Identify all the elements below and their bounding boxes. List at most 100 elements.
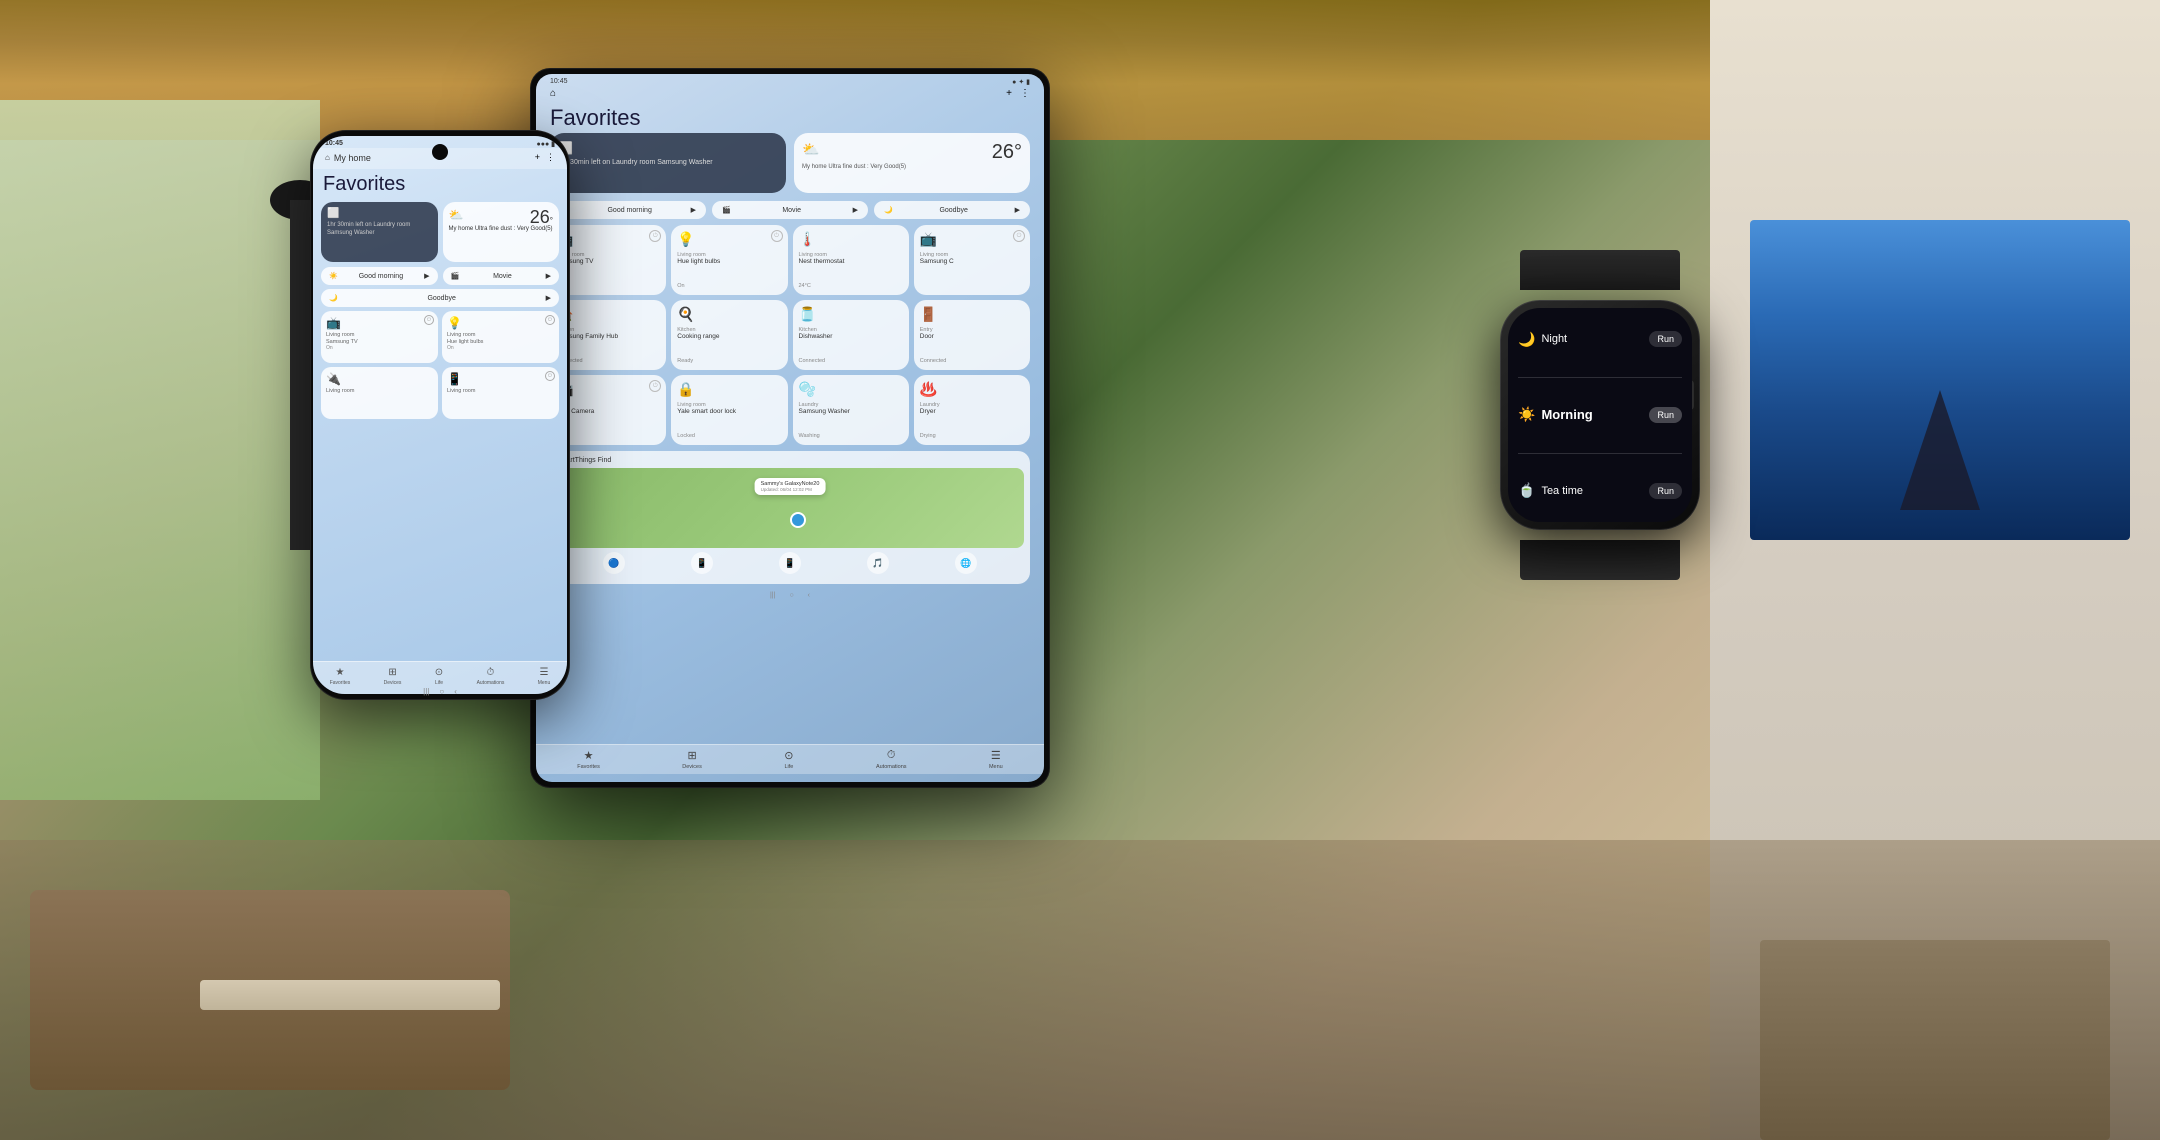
phone-tv-power[interactable]: ⏻ [424,315,434,325]
tablet-device-samsung-c[interactable]: ⏻ 📺 Living room Samsung C [914,225,1030,295]
tablet-bottom-icons: 🔵 📱 📱 🎵 🌐 [556,548,1024,578]
watch-teatime-icon: 🍵 [1518,482,1535,499]
phone-camera [432,144,448,160]
tablet-favorites-title: Favorites [536,103,1044,133]
phone-nav-life[interactable]: ⊙ Life [435,667,443,686]
tablet-movie-label: Movie [782,207,801,214]
watch-device: 🌙 Night Run ☀️ Morning Run 🍵 Tea time Ru… [1490,280,1710,550]
phone-goodbye-btn[interactable]: 🌙 Goodbye ▶ [321,289,559,307]
phone-good-morning-btn[interactable]: ☀️ Good morning ▶ [321,267,438,285]
coffee-table [200,980,500,1010]
tablet-good-morning-label: Good morning [607,207,651,214]
phone-living1-room: Living room [326,388,433,395]
phone-movie-btn[interactable]: 🎬 Movie ▶ [443,267,560,285]
tablet-find-icon-3[interactable]: 📱 [779,552,801,574]
phone-washer-text: 1hr 30min left on Laundry room Samsung W… [327,222,432,238]
phone-device-living-2[interactable]: ⏻ 📱 Living room [442,367,559,419]
tablet-device-samsung-washer[interactable]: 🫧 Laundry Samsung Washer Washing [793,375,909,445]
phone-tv-name: Samsung TV [326,339,433,346]
tablet-temp: 26° [992,141,1022,164]
tablet-device-cooking-range[interactable]: 🍳 Kitchen Cooking range Ready [671,300,787,370]
phone-bulb-power[interactable]: ⏻ [545,315,555,325]
tablet-device-dryer[interactable]: ♨️ Laundry Dryer Drying [914,375,1030,445]
tablet-goodbye-play[interactable]: ▶ [1015,206,1020,214]
tablet-time: 10:45 [550,78,568,86]
tablet-map-updated: Updated: 06/04 12:02 PM [761,487,820,492]
tablet-device-nest-thermostat[interactable]: 🌡️ Living room Nest thermostat 24°C [793,225,909,295]
right-console [1760,940,2110,1140]
phone-living2-power[interactable]: ⏻ [545,371,555,381]
tablet-find-icon-5[interactable]: 🌐 [955,552,977,574]
tablet-find-icon-2[interactable]: 📱 [691,552,713,574]
tablet-movie-scene[interactable]: 🎬 Movie ▶ [712,201,868,219]
phone-device-samsung-tv[interactable]: ⏻ 📺 Living room Samsung TV On [321,311,438,363]
phone-nav-favorites[interactable]: ★ Favorites [330,667,351,686]
tablet-find-title: SmartThings Find [556,457,1024,464]
phone-bulb-status: On [447,345,554,351]
phone-weather-text: My home Ultra fine dust : Very Good(5) [449,226,554,234]
watch-night-run-btn[interactable]: Run [1649,331,1682,347]
tablet-nav: ★ Favorites ⊞ Devices ⊙ Life ⏱ Automatio… [536,744,1044,774]
watch-night-scene: 🌙 Night Run [1518,331,1682,348]
tablet-nav-menu[interactable]: ☰ Menu [989,749,1003,770]
tablet-washer-text: 1hr 30min left on Laundry room Samsung W… [558,158,778,167]
phone-header-title: My home [334,153,371,163]
tablet-add-icon[interactable]: + [1006,88,1012,99]
tablet-good-morning-scene[interactable]: ☀️ Good morning ▶ [550,201,706,219]
tablet-movie-play[interactable]: ▶ [853,206,858,214]
phone-scene-row: ☀️ Good morning ▶ 🎬 Movie ▶ [321,267,559,285]
phone-menu-icon[interactable]: ⋮ [546,152,555,163]
tablet-nav-favorites[interactable]: ★ Favorites [577,749,600,770]
tablet-device-dishwasher[interactable]: 🫙 Kitchen Dishwasher Connected [793,300,909,370]
tablet-bulb-power[interactable]: ⏻ [771,230,783,242]
phone-nav-devices[interactable]: ⊞ Devices [384,667,402,686]
phone-add-icon[interactable]: + [535,152,540,163]
tablet-nav-automations[interactable]: ⏱ Automations [876,749,907,770]
phone-favorites-title: Favorites [321,173,559,196]
tablet-sc-power[interactable]: ⏻ [1013,230,1025,242]
tablet-device-door-lock[interactable]: 🔒 Living room Yale smart door lock Locke… [671,375,787,445]
watch-night-label: Night [1535,333,1649,345]
phone-temp: 26° [530,208,553,226]
tablet-nav-devices[interactable]: ⊞ Devices [682,749,702,770]
phone-weather-card[interactable]: ⛅ 26° My home Ultra fine dust : Very Goo… [443,202,560,262]
phone-goodbye-label: Goodbye [427,295,455,302]
phone-nav-menu[interactable]: ☰ Menu [538,667,551,686]
phone-device: 10:45 ●●● ▮ ⌂ My home + ⋮ Favorites ⬜ 1h… [310,130,570,700]
tablet-nav-life[interactable]: ⊙ Life [784,749,793,770]
phone-good-morning-play[interactable]: ▶ [424,272,429,280]
tablet-good-morning-play[interactable]: ▶ [691,206,696,214]
phone-device-living-1[interactable]: 🔌 Living room [321,367,438,419]
phone-tv-status: On [326,345,433,351]
watch-strap-bottom [1520,540,1680,580]
watch-teatime-label: Tea time [1535,485,1649,497]
tablet-weather-card[interactable]: ⛅ 26° My home Ultra fine dust : Very Goo… [794,133,1030,193]
phone-washer-card[interactable]: ⬜ 1hr 30min left on Laundry room Samsung… [321,202,438,262]
watch-morning-run-btn[interactable]: Run [1649,407,1682,423]
tablet-device-hue-bulbs[interactable]: ⏻ 💡 Living room Hue light bulbs On [671,225,787,295]
tablet-goodbye-label: Goodbye [939,207,967,214]
tablet-find-icon-1[interactable]: 🔵 [603,552,625,574]
phone-nav-automations[interactable]: ⏱ Automations [477,667,505,686]
watch-screen: 🌙 Night Run ☀️ Morning Run 🍵 Tea time Ru… [1508,308,1692,522]
tablet-scene-strip: ☀️ Good morning ▶ 🎬 Movie ▶ 🌙 Goodbye ▶ [536,201,1044,225]
tablet-device-entry-door[interactable]: 🚪 Entry Door Connected [914,300,1030,370]
phone-device-hue-bulbs[interactable]: ⏻ 💡 Living room Hue light bulbs On [442,311,559,363]
tablet-find-icon-4[interactable]: 🎵 [867,552,889,574]
phone-bulb-name: Hue light bulbs [447,339,554,346]
phone-goodbye-play[interactable]: ▶ [546,294,551,302]
watch-teatime-run-btn[interactable]: Run [1649,483,1682,499]
phone-time: 10:45 [325,140,343,148]
phone-movie-play[interactable]: ▶ [546,272,551,280]
watch-divider-1 [1518,377,1682,378]
tablet-map-popup: Sammy's GalaxyNote20 Updated: 06/04 12:0… [755,478,826,495]
phone-tv-room: Living room [326,332,433,339]
tablet-map-pin [790,512,806,528]
watch-night-icon: 🌙 [1518,331,1535,348]
phone-signal: ●●● ▮ [537,140,555,148]
tablet-menu-icon[interactable]: ⋮ [1020,88,1030,99]
tablet-status-bar: 10:45 ● ✦ ▮ [536,74,1044,88]
tablet-goodbye-scene[interactable]: 🌙 Goodbye ▶ [874,201,1030,219]
watch-morning-scene: ☀️ Morning Run [1518,406,1682,423]
tablet-washer-card[interactable]: ⬜ 1hr 30min left on Laundry room Samsung… [550,133,786,193]
